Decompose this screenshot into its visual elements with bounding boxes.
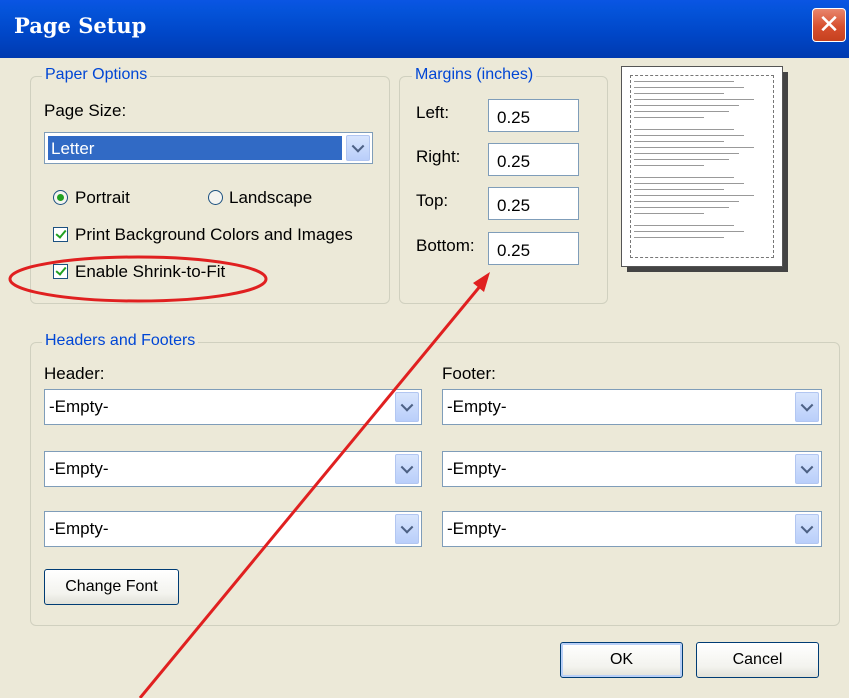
chevron-down-icon [400, 520, 414, 534]
margin-bottom-label: Bottom: [416, 236, 475, 255]
preview-line [634, 99, 754, 100]
page-preview [621, 66, 789, 273]
footer-dropdown-button[interactable] [795, 454, 819, 484]
landscape-label[interactable]: Landscape [229, 188, 312, 208]
page-size-select[interactable]: Letter [44, 132, 373, 164]
header-select-1[interactable]: -Empty- [44, 389, 422, 425]
margin-right-value: 0.25 [497, 152, 531, 171]
footer-select-3[interactable]: -Empty- [442, 511, 822, 547]
margin-top-value: 0.25 [497, 196, 531, 215]
preview-line [634, 231, 744, 232]
footer-value: -Empty- [447, 459, 507, 478]
preview-line [634, 201, 739, 202]
header-dropdown-button[interactable] [395, 454, 419, 484]
preview-line [634, 207, 729, 208]
preview-line [634, 147, 754, 148]
preview-line [634, 195, 754, 196]
footer-value: -Empty- [447, 519, 507, 538]
margins-legend: Margins (inches) [412, 66, 537, 84]
title-bar: Page Setup ✕ [0, 0, 849, 58]
change-font-button[interactable]: Change Font [44, 569, 179, 605]
margin-left-value: 0.25 [497, 108, 531, 127]
preview-line [634, 189, 724, 190]
margin-left-label: Left: [416, 103, 450, 122]
preview-line [634, 165, 704, 166]
header-dropdown-button[interactable] [395, 514, 419, 544]
header-select-2[interactable]: -Empty- [44, 451, 422, 487]
radio-selected-dot [57, 194, 64, 201]
chevron-down-icon [400, 460, 414, 474]
margin-top-input[interactable]: 0.25 [488, 187, 579, 220]
header-select-3[interactable]: -Empty- [44, 511, 422, 547]
checkmark-icon [55, 227, 67, 239]
preview-line [634, 93, 724, 94]
footer-select-2[interactable]: -Empty- [442, 451, 822, 487]
shrink-to-fit-checkbox[interactable] [53, 264, 68, 279]
portrait-label[interactable]: Portrait [75, 188, 130, 208]
footer-select-1[interactable]: -Empty- [442, 389, 822, 425]
ok-label: OK [609, 651, 634, 668]
chevron-down-icon [800, 460, 814, 474]
preview-line [634, 111, 729, 112]
ok-button[interactable]: OK [560, 642, 683, 678]
preview-line [634, 153, 739, 154]
preview-line [634, 105, 739, 106]
checkmark-icon [55, 264, 67, 276]
cancel-label: Cancel [732, 651, 783, 668]
footer-value: -Empty- [447, 397, 507, 416]
print-background-label[interactable]: Print Background Colors and Images [75, 225, 353, 245]
preview-line [634, 225, 734, 226]
portrait-radio[interactable] [53, 190, 68, 205]
headers-footers-legend: Headers and Footers [42, 332, 199, 350]
cancel-button[interactable]: Cancel [696, 642, 819, 678]
margin-bottom-input[interactable]: 0.25 [488, 232, 579, 265]
header-label: Header: [44, 364, 105, 383]
footer-dropdown-button[interactable] [795, 392, 819, 422]
margin-top-label: Top: [416, 191, 449, 210]
margin-left-input[interactable]: 0.25 [488, 99, 579, 132]
footer-dropdown-button[interactable] [795, 514, 819, 544]
page-size-value: Letter [48, 136, 342, 160]
print-background-checkbox[interactable] [53, 227, 68, 242]
margin-right-label: Right: [416, 147, 461, 166]
chevron-down-icon [800, 520, 814, 534]
preview-line [634, 183, 744, 184]
preview-line [634, 117, 704, 118]
close-button[interactable]: ✕ [812, 8, 846, 42]
page-size-label: Page Size: [44, 101, 127, 120]
preview-line [634, 135, 744, 136]
page-size-dropdown-button[interactable] [346, 135, 370, 161]
preview-line [634, 159, 729, 160]
chevron-down-icon [800, 398, 814, 412]
header-value: -Empty- [49, 519, 109, 538]
margin-bottom-value: 0.25 [497, 241, 531, 260]
header-value: -Empty- [49, 397, 109, 416]
close-icon: ✕ [818, 9, 840, 39]
preview-line [634, 141, 724, 142]
landscape-radio[interactable] [208, 190, 223, 205]
preview-line [634, 129, 734, 130]
margin-right-input[interactable]: 0.25 [488, 143, 579, 176]
preview-line [634, 177, 734, 178]
shrink-to-fit-label[interactable]: Enable Shrink-to-Fit [75, 262, 225, 282]
footer-label: Footer: [442, 364, 496, 383]
page-preview-sheet [621, 66, 783, 267]
chevron-down-icon [400, 398, 414, 412]
preview-line [634, 87, 744, 88]
paper-options-legend: Paper Options [42, 66, 151, 84]
preview-line [634, 81, 734, 82]
header-dropdown-button[interactable] [395, 392, 419, 422]
preview-line [634, 213, 704, 214]
window-title: Page Setup [14, 13, 147, 38]
change-font-label: Change Font [65, 578, 158, 595]
header-value: -Empty- [49, 459, 109, 478]
chevron-down-icon [351, 139, 365, 153]
preview-line [634, 237, 724, 238]
